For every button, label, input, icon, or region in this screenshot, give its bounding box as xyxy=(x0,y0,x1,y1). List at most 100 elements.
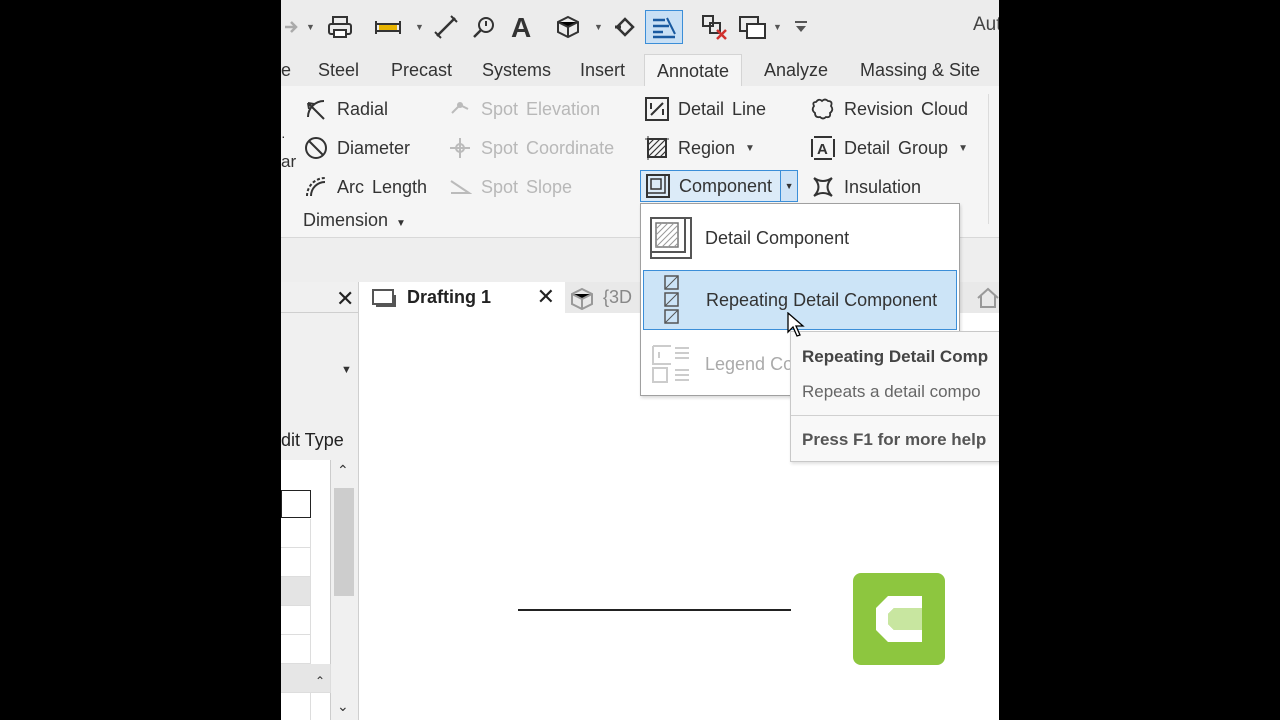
scroll-down-icon[interactable]: ⌄ xyxy=(337,698,349,715)
customize-toolbar-icon[interactable] xyxy=(791,13,811,41)
tab-drafting-1[interactable]: Drafting 1 ✕ xyxy=(363,282,565,313)
tab-systems[interactable]: Systems xyxy=(482,54,551,86)
print-icon[interactable] xyxy=(325,13,355,41)
tab-3d-view[interactable]: {3D xyxy=(569,282,632,313)
tab-annotate[interactable]: Annotate xyxy=(644,54,743,87)
svg-text:A: A xyxy=(817,141,828,158)
chevron-down-icon[interactable]: ▼ xyxy=(415,22,424,32)
switch-windows-icon[interactable] xyxy=(737,13,769,41)
tooltip-help: Press F1 for more help xyxy=(802,430,987,449)
3d-view-icon xyxy=(571,287,593,310)
menu-item-detail-component[interactable]: Detail Component xyxy=(643,208,957,268)
truncated-label: ar xyxy=(281,152,297,171)
tooltip-title: Repeating Detail Comp xyxy=(802,347,989,366)
repeating-detail-icon xyxy=(644,274,700,326)
diameter-button[interactable]: Diameter xyxy=(303,133,410,163)
spot-coordinate-label: Spot Coordinate xyxy=(481,137,615,158)
detail-group-button[interactable]: A Detail Group ▼ xyxy=(810,133,968,163)
detail-line-label: Detail Line xyxy=(678,98,767,119)
table-row[interactable] xyxy=(281,606,311,635)
diameter-label: Diameter xyxy=(337,137,411,158)
scrollbar[interactable]: ⌃ ⌄ xyxy=(331,460,357,720)
table-row[interactable] xyxy=(281,519,311,548)
chevron-down-icon: ▼ xyxy=(396,218,406,229)
tab-insert[interactable]: Insert xyxy=(580,54,625,86)
collapse-icon[interactable]: ⌃ xyxy=(315,674,325,688)
radial-label: Radial xyxy=(337,98,389,119)
arc-length-label: Arc Length xyxy=(337,176,428,197)
diameter-icon xyxy=(303,135,329,161)
tab-drafting-label: Drafting 1 xyxy=(407,287,492,307)
component-icon xyxy=(645,173,671,199)
legend-component-icon xyxy=(643,342,699,386)
chevron-down-icon[interactable]: ▼ xyxy=(341,364,352,376)
scrollbar-thumb[interactable] xyxy=(334,488,354,596)
tab-truncated[interactable]: e xyxy=(281,54,291,86)
spot-slope-icon xyxy=(447,174,473,200)
text-icon[interactable]: A xyxy=(507,13,535,41)
spot-elevation-label: Spot Elevation xyxy=(481,98,601,119)
close-icon[interactable]: ✕ xyxy=(336,286,354,312)
dimension-panel-label[interactable]: Dimension ▼ xyxy=(303,210,406,231)
spot-coordinate-icon xyxy=(447,135,473,161)
revit-window: ▼ ▼ A ▼ ▼ Aut e Steel Precast Systems In… xyxy=(281,0,999,720)
tab-precast[interactable]: Precast xyxy=(391,54,452,86)
panel-divider xyxy=(988,94,989,224)
chevron-down-icon: ▼ xyxy=(745,142,755,154)
drafting-view-icon xyxy=(372,288,396,307)
scroll-up-icon[interactable]: ⌃ xyxy=(337,462,349,479)
revision-cloud-button[interactable]: Revision Cloud xyxy=(810,94,968,124)
divider xyxy=(791,415,999,416)
detail-group-icon: A xyxy=(810,135,836,161)
tag-icon[interactable] xyxy=(469,13,499,41)
measure-icon[interactable] xyxy=(371,13,405,41)
detail-line[interactable] xyxy=(518,609,791,611)
3d-view-icon[interactable] xyxy=(553,13,583,41)
dimension-label: Dimension xyxy=(303,210,389,230)
close-hidden-icon[interactable] xyxy=(699,13,729,41)
region-button[interactable]: Region ▼ xyxy=(644,133,755,163)
truncated-marker: · xyxy=(281,128,286,144)
insulation-button[interactable]: Insulation xyxy=(810,172,921,202)
component-split-button[interactable]: Component ▼ xyxy=(640,170,799,202)
region-icon xyxy=(644,135,670,161)
home-icon[interactable] xyxy=(975,286,999,315)
detail-group-label: Detail Group xyxy=(844,137,949,158)
chevron-down-icon: ▼ xyxy=(958,142,968,154)
redo-icon[interactable] xyxy=(281,13,303,41)
camtasia-logo xyxy=(853,573,945,665)
chevron-down-icon[interactable]: ▼ xyxy=(773,22,782,32)
properties-panel: ✕ ▼ dit Type ⌃ ⌃ ⌃ ⌄ xyxy=(281,282,359,720)
component-dropdown-arrow[interactable]: ▼ xyxy=(780,171,798,201)
spot-slope-button[interactable]: Spot Slope xyxy=(447,172,572,202)
spot-elevation-button[interactable]: Spot Elevation xyxy=(447,94,600,124)
svg-text:A: A xyxy=(511,14,531,40)
table-row[interactable] xyxy=(281,635,311,664)
tab-analyze[interactable]: Analyze xyxy=(764,54,828,86)
edit-type-button[interactable]: dit Type xyxy=(281,430,344,451)
section-icon[interactable] xyxy=(611,13,639,41)
thin-lines-icon[interactable] xyxy=(645,10,683,44)
detail-line-button[interactable]: Detail Line xyxy=(644,94,766,124)
tab-steel[interactable]: Steel xyxy=(318,54,359,86)
aligned-dimension-icon[interactable] xyxy=(431,13,461,41)
close-icon[interactable]: ✕ xyxy=(537,284,555,310)
spot-coordinate-button[interactable]: Spot Coordinate xyxy=(447,133,614,163)
tab-massing-site[interactable]: Massing & Site xyxy=(860,54,980,86)
table-row[interactable] xyxy=(281,490,311,518)
component-label: Component xyxy=(679,175,773,196)
spot-slope-label: Spot Slope xyxy=(481,176,573,197)
radial-button[interactable]: Radial xyxy=(303,94,388,124)
legend-component-label: Legend Co xyxy=(705,353,794,374)
spot-elevation-icon xyxy=(447,96,473,122)
table-row[interactable] xyxy=(281,548,311,577)
radial-icon xyxy=(303,96,329,122)
table-row[interactable] xyxy=(281,693,311,720)
arc-length-button[interactable]: Arc Length xyxy=(303,172,427,202)
chevron-down-icon[interactable]: ▼ xyxy=(306,22,315,32)
arc-length-icon xyxy=(303,174,329,200)
ribbon-tabs: e Steel Precast Systems Insert Annotate … xyxy=(281,54,999,87)
revision-cloud-label: Revision Cloud xyxy=(844,98,969,119)
chevron-down-icon[interactable]: ▼ xyxy=(594,22,603,32)
table-row[interactable] xyxy=(281,577,311,606)
